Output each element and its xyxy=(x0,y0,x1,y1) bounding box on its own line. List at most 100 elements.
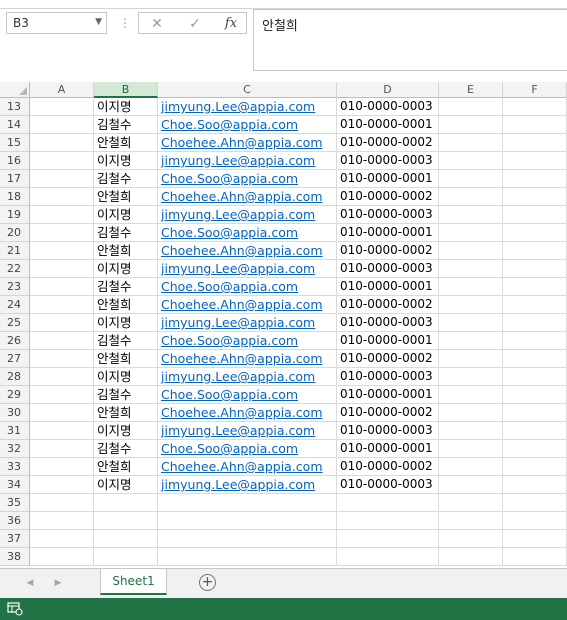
cell-c[interactable]: Choehee.Ahn@appia.com xyxy=(158,458,337,476)
cell-b[interactable] xyxy=(94,548,158,566)
cell-e[interactable] xyxy=(439,152,503,170)
cell-c[interactable]: Choe.Soo@appia.com xyxy=(158,170,337,188)
cell-b[interactable]: 안철희 xyxy=(94,188,158,206)
column-header-a[interactable]: A xyxy=(30,82,94,98)
cell-a[interactable] xyxy=(30,404,94,422)
cell-f[interactable] xyxy=(503,530,567,548)
cell-d[interactable]: 010-0000-0003 xyxy=(337,98,439,116)
email-link[interactable]: Choehee.Ahn@appia.com xyxy=(161,297,323,312)
cell-e[interactable] xyxy=(439,476,503,494)
cell-d[interactable]: 010-0000-0001 xyxy=(337,332,439,350)
email-link[interactable]: jimyung.Lee@appia.com xyxy=(161,99,315,114)
email-link[interactable]: jimyung.Lee@appia.com xyxy=(161,153,315,168)
cell-a[interactable] xyxy=(30,242,94,260)
cell-b[interactable] xyxy=(94,512,158,530)
cell-a[interactable] xyxy=(30,152,94,170)
cell-c[interactable]: Choehee.Ahn@appia.com xyxy=(158,242,337,260)
row-header[interactable]: 20 xyxy=(0,224,30,242)
email-link[interactable]: jimyung.Lee@appia.com xyxy=(161,369,315,384)
cell-a[interactable] xyxy=(30,350,94,368)
cell-e[interactable] xyxy=(439,548,503,566)
insert-function-icon[interactable]: fx xyxy=(221,15,241,33)
cell-d[interactable]: 010-0000-0003 xyxy=(337,260,439,278)
cell-c[interactable]: jimyung.Lee@appia.com xyxy=(158,314,337,332)
cell-a[interactable] xyxy=(30,206,94,224)
email-link[interactable]: Choehee.Ahn@appia.com xyxy=(161,351,323,366)
email-link[interactable]: Choe.Soo@appia.com xyxy=(161,171,298,186)
cell-a[interactable] xyxy=(30,134,94,152)
column-header-c[interactable]: C xyxy=(158,82,337,98)
cell-b[interactable]: 이지명 xyxy=(94,422,158,440)
cell-c[interactable]: Choe.Soo@appia.com xyxy=(158,278,337,296)
cell-b[interactable]: 안철희 xyxy=(94,296,158,314)
row-header[interactable]: 37 xyxy=(0,530,30,548)
spreadsheet-grid[interactable]: A B C D E F 13 이지명 jimyung.Lee@appia.com 01… xyxy=(0,82,567,568)
row-header[interactable]: 22 xyxy=(0,260,30,278)
cell-a[interactable] xyxy=(30,278,94,296)
cell-e[interactable] xyxy=(439,332,503,350)
cell-e[interactable] xyxy=(439,170,503,188)
cell-f[interactable] xyxy=(503,422,567,440)
email-link[interactable]: Choehee.Ahn@appia.com xyxy=(161,135,323,150)
select-all-button[interactable] xyxy=(0,82,30,98)
cell-d[interactable]: 010-0000-0002 xyxy=(337,350,439,368)
row-header[interactable]: 25 xyxy=(0,314,30,332)
add-sheet-icon[interactable]: + xyxy=(199,574,216,591)
cell-e[interactable] xyxy=(439,98,503,116)
cell-a[interactable] xyxy=(30,368,94,386)
sheet-tab-sheet1[interactable]: Sheet1 xyxy=(100,569,167,595)
name-box[interactable]: B3 ▼ xyxy=(6,12,107,34)
cell-e[interactable] xyxy=(439,530,503,548)
email-link[interactable]: jimyung.Lee@appia.com xyxy=(161,207,315,222)
cell-b[interactable]: 김철수 xyxy=(94,278,158,296)
cell-d[interactable]: 010-0000-0003 xyxy=(337,206,439,224)
cell-e[interactable] xyxy=(439,440,503,458)
row-header[interactable]: 15 xyxy=(0,134,30,152)
cell-d[interactable]: 010-0000-0003 xyxy=(337,314,439,332)
column-header-f[interactable]: F xyxy=(503,82,567,98)
row-header[interactable]: 16 xyxy=(0,152,30,170)
cell-c[interactable]: jimyung.Lee@appia.com xyxy=(158,206,337,224)
cell-c[interactable]: Choe.Soo@appia.com xyxy=(158,440,337,458)
cell-d[interactable]: 010-0000-0003 xyxy=(337,422,439,440)
cell-f[interactable] xyxy=(503,206,567,224)
cell-a[interactable] xyxy=(30,512,94,530)
cell-d[interactable]: 010-0000-0002 xyxy=(337,458,439,476)
cell-b[interactable]: 이지명 xyxy=(94,98,158,116)
row-header[interactable]: 33 xyxy=(0,458,30,476)
cell-c[interactable] xyxy=(158,512,337,530)
cell-c[interactable] xyxy=(158,548,337,566)
cell-a[interactable] xyxy=(30,296,94,314)
cancel-icon[interactable]: ✕ xyxy=(147,15,167,33)
row-header[interactable]: 19 xyxy=(0,206,30,224)
row-header[interactable]: 21 xyxy=(0,242,30,260)
cell-a[interactable] xyxy=(30,440,94,458)
cell-b[interactable]: 김철수 xyxy=(94,116,158,134)
cell-a[interactable] xyxy=(30,458,94,476)
cell-a[interactable] xyxy=(30,494,94,512)
cell-f[interactable] xyxy=(503,494,567,512)
cell-f[interactable] xyxy=(503,260,567,278)
column-header-d[interactable]: D xyxy=(337,82,439,98)
cell-f[interactable] xyxy=(503,188,567,206)
cell-b[interactable]: 이지명 xyxy=(94,476,158,494)
cell-f[interactable] xyxy=(503,476,567,494)
cell-a[interactable] xyxy=(30,476,94,494)
cell-d[interactable]: 010-0000-0001 xyxy=(337,170,439,188)
cell-c[interactable]: jimyung.Lee@appia.com xyxy=(158,422,337,440)
cell-b[interactable] xyxy=(94,494,158,512)
cell-d[interactable]: 010-0000-0002 xyxy=(337,242,439,260)
cell-c[interactable]: jimyung.Lee@appia.com xyxy=(158,98,337,116)
cell-f[interactable] xyxy=(503,350,567,368)
cell-c[interactable] xyxy=(158,530,337,548)
cell-e[interactable] xyxy=(439,368,503,386)
cell-f[interactable] xyxy=(503,458,567,476)
column-header-e[interactable]: E xyxy=(439,82,503,98)
row-header[interactable]: 28 xyxy=(0,368,30,386)
cell-f[interactable] xyxy=(503,296,567,314)
cell-f[interactable] xyxy=(503,548,567,566)
scroll-right-icon[interactable]: ▶ xyxy=(52,577,64,589)
cell-e[interactable] xyxy=(439,242,503,260)
row-header[interactable]: 34 xyxy=(0,476,30,494)
cell-c[interactable]: Choehee.Ahn@appia.com xyxy=(158,404,337,422)
